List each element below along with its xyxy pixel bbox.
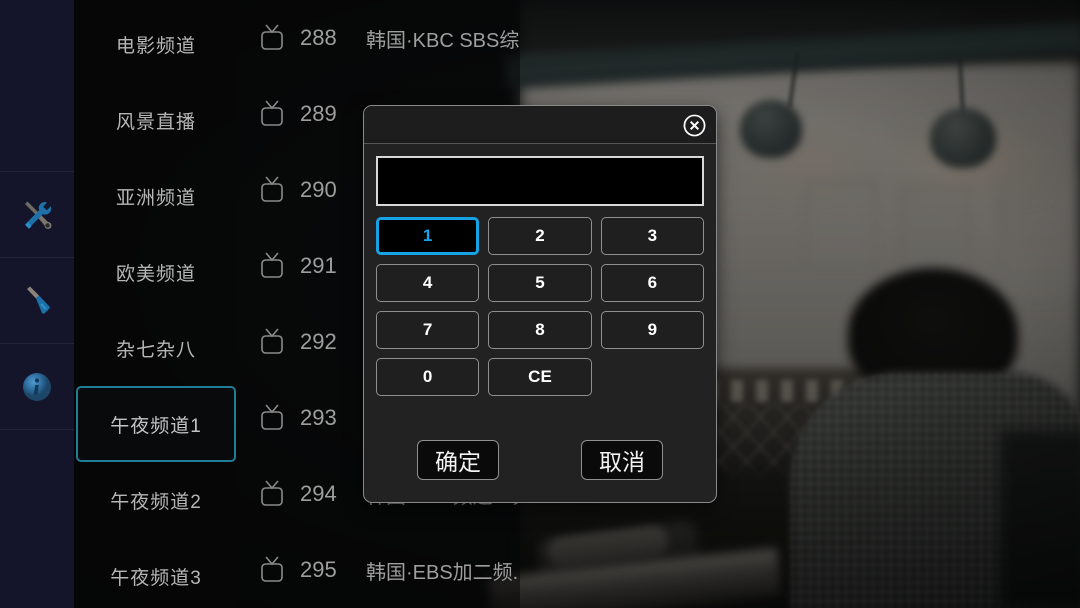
channel-number: 293 [300,405,337,430]
number-input-field[interactable] [376,156,704,206]
channel-row[interactable]: 288 韩国·KBC SBS综 [238,0,520,76]
dialog-body: 1 2 3 4 5 6 7 8 9 0 CE 确定 取消 [364,144,716,480]
sidebar-item-info[interactable] [0,344,74,430]
tv-icon [261,176,283,202]
channel-number: 290 [300,177,337,202]
category-item[interactable]: 电影频道 [76,6,236,82]
channel-number: 288 [300,25,337,50]
category-label: 午夜频道3 [110,567,202,589]
tv-icon [261,480,283,506]
tv-icon [261,100,283,126]
keypad-key-ce[interactable]: CE [488,358,592,396]
tv-icon [261,328,283,354]
sidebar-item-tools[interactable] [0,172,74,258]
category-item[interactable]: 午夜频道3 [76,538,236,608]
app-root: 电影频道 风景直播 亚洲频道 欧美频道 杂七杂八 午夜频道1 午夜频道2 午夜频… [0,0,1080,608]
category-label: 电影频道 [115,35,196,57]
cancel-button[interactable]: 取消 [581,440,663,480]
screwdriver-icon [27,286,50,314]
category-label: 杂七杂八 [115,339,196,361]
dialog-title [364,116,378,133]
sidebar-spacer [0,0,74,172]
category-item[interactable]: 风景直播 [76,82,236,158]
sidebar-item-settings[interactable] [0,258,74,344]
category-item[interactable]: 午夜频道2 [76,462,236,538]
channel-name: 韩国·KBC SBS综 [366,29,520,52]
confirm-button[interactable]: 确定 [417,440,499,480]
keypad-key-7[interactable]: 7 [376,311,480,349]
keypad-key-1[interactable]: 1 [376,217,480,255]
keypad-key-3[interactable]: 3 [600,217,704,255]
channel-row[interactable]: 295 韩国·EBS加二频. [238,532,520,608]
category-item-selected[interactable]: 午夜频道1 [76,386,236,462]
category-label: 午夜频道1 [110,415,202,437]
category-list: 电影频道 风景直播 亚洲频道 欧美频道 杂七杂八 午夜频道1 午夜频道2 午夜频… [74,0,238,608]
tv-icon [261,24,283,50]
dialog-actions: 确定 取消 [376,440,704,480]
channel-number: 291 [300,253,337,278]
category-label: 午夜频道2 [110,491,202,513]
numeric-keypad: 1 2 3 4 5 6 7 8 9 0 CE [376,217,704,396]
channel-number: 294 [300,481,337,506]
info-icon [23,372,51,401]
tv-icon [261,556,283,582]
number-input-dialog: 1 2 3 4 5 6 7 8 9 0 CE 确定 取消 [363,105,717,503]
category-label: 亚洲频道 [115,187,196,209]
keypad-key-5[interactable]: 5 [488,264,592,302]
category-label: 风景直播 [115,111,196,133]
close-icon[interactable] [683,114,706,137]
tools-icon [25,201,52,229]
tv-icon [261,252,283,278]
category-label: 欧美频道 [115,263,196,285]
keypad-key-0[interactable]: 0 [376,358,480,396]
sidebar-rail [0,0,74,608]
channel-name: 韩国·EBS加二频. [366,561,519,584]
channel-number: 289 [300,101,337,126]
keypad-key-6[interactable]: 6 [600,264,704,302]
category-item[interactable]: 杂七杂八 [76,310,236,386]
keypad-key-8[interactable]: 8 [488,311,592,349]
keypad-key-2[interactable]: 2 [488,217,592,255]
category-item[interactable]: 欧美频道 [76,234,236,310]
keypad-key-9[interactable]: 9 [600,311,704,349]
channel-number: 295 [300,557,337,582]
tv-icon [261,404,283,430]
dialog-titlebar [364,106,716,144]
keypad-key-4[interactable]: 4 [376,264,480,302]
category-item[interactable]: 亚洲频道 [76,158,236,234]
channel-number: 292 [300,329,337,354]
